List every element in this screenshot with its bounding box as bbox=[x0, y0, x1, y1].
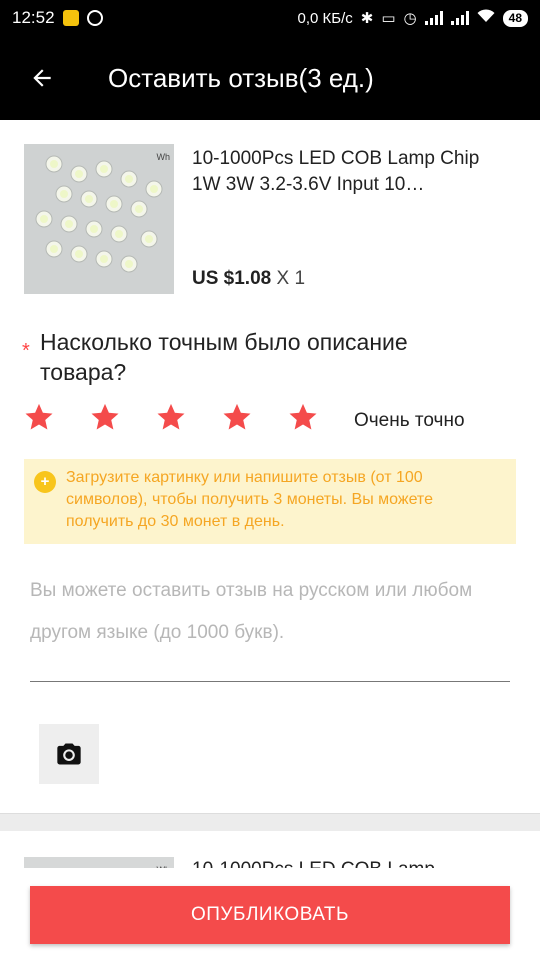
back-button[interactable] bbox=[0, 36, 84, 120]
star-4-icon[interactable] bbox=[222, 402, 252, 432]
rating-question: Насколько точным было описание товара? bbox=[40, 329, 408, 385]
viber-icon bbox=[86, 10, 103, 26]
star-1-icon[interactable] bbox=[24, 402, 54, 432]
required-mark: * bbox=[22, 340, 30, 362]
product-quantity: X 1 bbox=[276, 268, 306, 289]
coins-info-banner: + Загрузите картинку или напишите отзыв … bbox=[24, 459, 516, 544]
image-watermark: Wh bbox=[156, 152, 171, 162]
status-time: 12:52 bbox=[12, 8, 55, 27]
product-price: US $1.08 bbox=[192, 268, 272, 289]
camera-icon bbox=[57, 743, 81, 765]
app-bar: Оставить отзыв(3 ед.) bbox=[0, 36, 540, 120]
star-rating[interactable] bbox=[24, 402, 318, 432]
wifi-icon bbox=[477, 9, 495, 27]
add-photo-button[interactable] bbox=[39, 724, 99, 784]
section-divider bbox=[0, 813, 540, 831]
review-input[interactable] bbox=[30, 570, 510, 682]
product-card[interactable]: Wh 10-1000Pcs LED COB Lamp Chip 1W 3W 3.… bbox=[0, 120, 540, 310]
battery-icon: 48 bbox=[502, 9, 528, 27]
bluetooth-icon: ✱ bbox=[360, 10, 374, 27]
star-2-icon[interactable] bbox=[90, 402, 120, 432]
arrow-left-icon bbox=[33, 69, 51, 87]
product-price-row: US $1.08 X 1 bbox=[192, 268, 305, 290]
signal-icon bbox=[450, 11, 469, 25]
screen: 12:52 0,0 КБ/с ✱ ▭ ◷ 48 Оставить отзыв(3… bbox=[0, 0, 540, 960]
product-title[interactable]: 10-1000Pcs LED COB Lamp Chip 1W 3W 3.2-3… bbox=[192, 146, 502, 198]
status-bar: 12:52 0,0 КБ/с ✱ ▭ ◷ 48 bbox=[0, 0, 540, 36]
app-notification-icon bbox=[62, 10, 79, 26]
star-3-icon[interactable] bbox=[156, 402, 186, 432]
alarm-icon: ◷ bbox=[403, 10, 417, 27]
vibrate-icon: ▭ bbox=[381, 10, 396, 27]
banner-text: Загрузите картинку или напишите отзыв (о… bbox=[66, 469, 433, 530]
rating-text: Очень точно bbox=[354, 410, 465, 431]
bottom-bar: ОПУБЛИКОВАТЬ bbox=[0, 868, 540, 960]
product-image[interactable]: Wh bbox=[24, 144, 174, 294]
publish-button[interactable]: ОПУБЛИКОВАТЬ bbox=[30, 886, 510, 944]
page-title: Оставить отзыв(3 ед.) bbox=[108, 62, 374, 93]
star-5-icon[interactable] bbox=[288, 402, 318, 432]
signal-icon bbox=[424, 11, 443, 25]
coin-icon: + bbox=[34, 471, 56, 493]
network-speed: 0,0 КБ/с bbox=[297, 9, 353, 27]
led-chips-image bbox=[24, 144, 174, 294]
